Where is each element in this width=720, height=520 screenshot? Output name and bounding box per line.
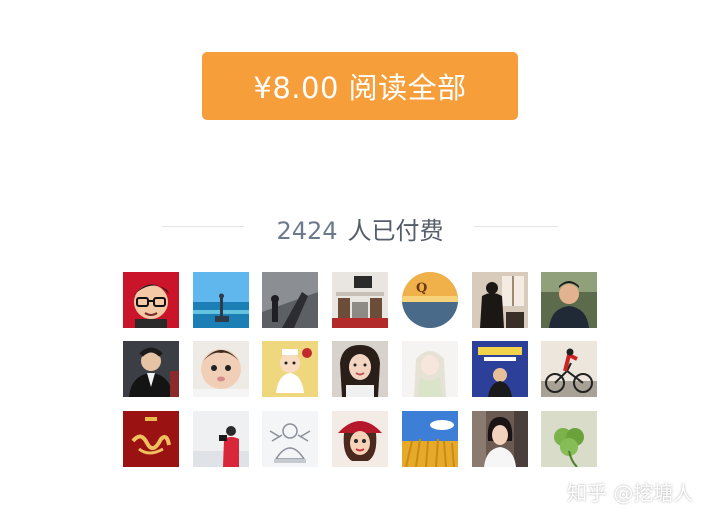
read-all-purchase-button[interactable]: ¥8.00 阅读全部 <box>202 52 518 120</box>
avatar-cartoon-chef[interactable] <box>262 341 318 397</box>
avatar-cartoon-glasses[interactable] <box>123 272 179 328</box>
avatar-design-poster[interactable] <box>472 341 528 397</box>
avatar-buddha-sketch[interactable] <box>262 411 318 467</box>
avatar-woman-selfie[interactable] <box>332 341 388 397</box>
paid-count-section: 2424 人已付费 <box>0 205 720 249</box>
zhihu-watermark: 知乎 @挖塘人 <box>567 481 694 505</box>
avatar-studio-room[interactable] <box>332 272 388 328</box>
svg-text:Q: Q <box>416 281 427 296</box>
avatar-man-outdoors[interactable] <box>541 272 597 328</box>
avatar-woman-doctor[interactable] <box>472 411 528 467</box>
avatar-wheat-field[interactable] <box>402 411 458 467</box>
avatar-man-suit[interactable] <box>123 341 179 397</box>
purchase-button-label: ¥8.00 阅读全部 <box>253 71 467 105</box>
avatar-photographer-snow[interactable] <box>193 411 249 467</box>
paywall-panel: ¥8.00 阅读全部 2424 人已付费 Q 知乎 @挖塘人 <box>0 0 720 520</box>
avatar-window-silhouette[interactable] <box>472 272 528 328</box>
avatar-cyclist[interactable] <box>541 341 597 397</box>
paid-count: 2424 <box>276 217 338 245</box>
avatar-baby[interactable] <box>193 341 249 397</box>
paid-count-text: 2424 人已付费 <box>262 211 458 246</box>
divider-left <box>162 226 244 227</box>
paid-suffix: 人已付费 <box>347 217 444 245</box>
avatar-anime-girl[interactable] <box>402 341 458 397</box>
avatar-cartoon-woman-red-hat[interactable] <box>332 411 388 467</box>
avatar-clover-leaf[interactable] <box>541 411 597 467</box>
avatar-red-calligraphy[interactable] <box>123 411 179 467</box>
avatar-sea-statue[interactable] <box>193 272 249 328</box>
avatar-dark-street[interactable] <box>262 272 318 328</box>
avatar-q-sunset-logo[interactable]: Q <box>402 272 458 328</box>
divider-right <box>474 226 558 227</box>
